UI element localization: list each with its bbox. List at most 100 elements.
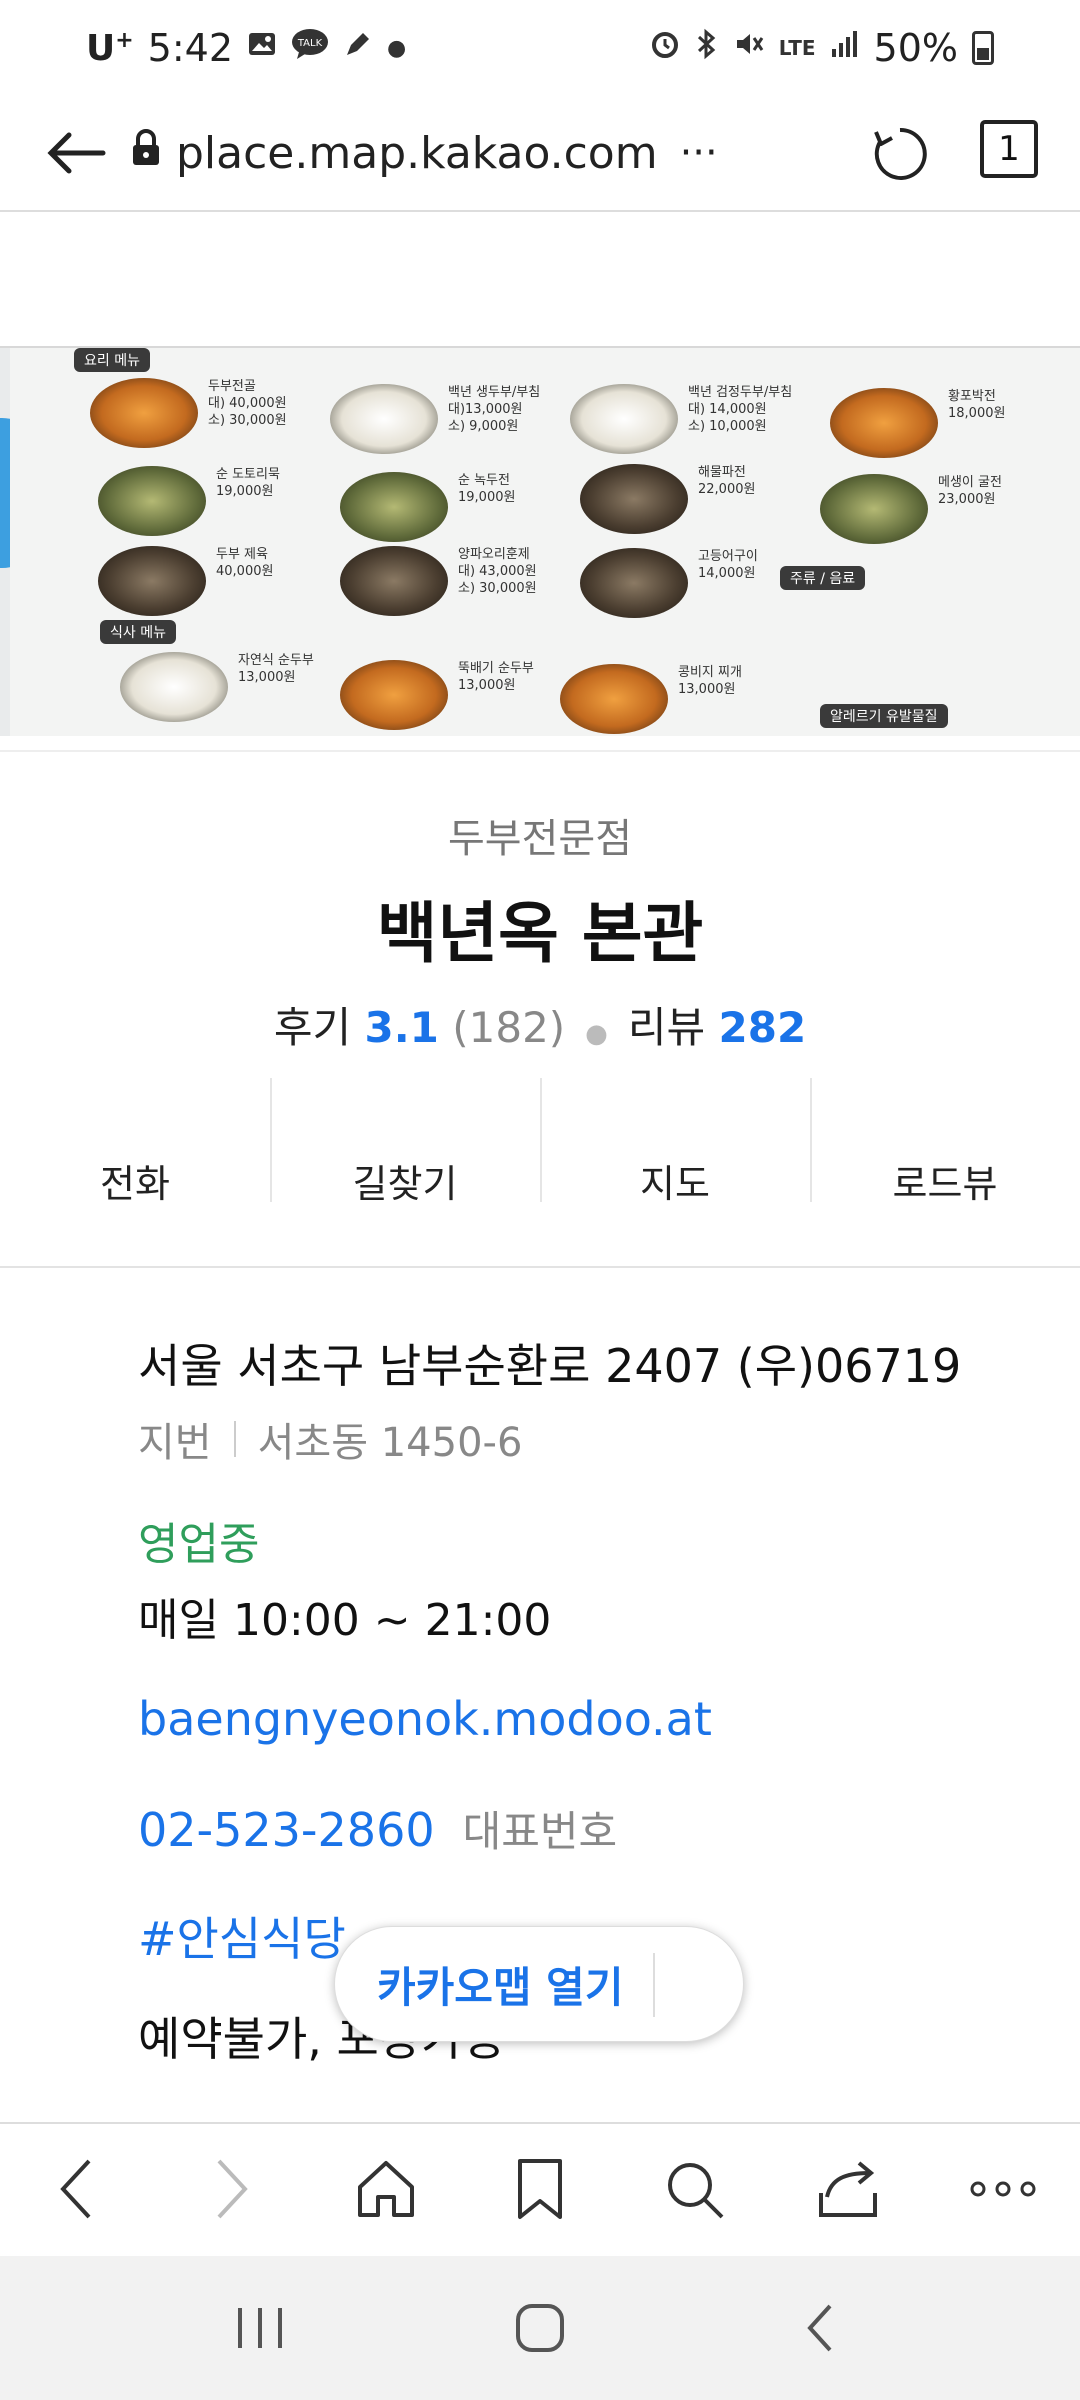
open-kakaomap-button[interactable]: 카카오맵 열기 [334, 1926, 744, 2042]
poster-banner-bottom: 알레르기 유발물질 [820, 704, 948, 728]
mute-icon [733, 28, 765, 68]
poster-banner-meal: 식사 메뉴 [100, 620, 176, 644]
homepage-link[interactable]: baengnyeonok.modoo.at [138, 1692, 1038, 1746]
poster-menu-item: 순 도토리묵 19,000원 [98, 466, 280, 536]
dish-image [98, 466, 206, 536]
dish-image [90, 378, 198, 448]
place-title: 백년옥 본관 [376, 895, 704, 972]
directions-button[interactable]: 길찾기 [270, 1078, 540, 1266]
menu-poster: 요리 메뉴 두부전골 대) 40,000원 소) 30,000원 백년 생두부/부… [10, 348, 1080, 736]
open-status: 영업중 [138, 1519, 260, 1570]
gallery-icon [247, 29, 277, 67]
bookmark-icon[interactable] [485, 2134, 595, 2244]
poster-menu-item: 황포박전 18,000원 [830, 388, 1005, 458]
poster-banner-top: 요리 메뉴 [74, 348, 150, 372]
phone-link[interactable]: 02-523-2860 [138, 1803, 435, 1857]
dish-image [340, 660, 448, 730]
jibun-label: 지번 [138, 1420, 212, 1466]
dish-image [580, 548, 688, 618]
poster-menu-item: 양파오리훈제 대) 43,000원 소) 30,000원 [340, 546, 537, 616]
map-label: 지도 [640, 1162, 710, 1206]
poster-menu-item: 메생이 굴전 23,000원 [820, 474, 1002, 544]
review-score: 3.1 [364, 1003, 439, 1052]
home-nav-icon[interactable] [485, 2273, 595, 2383]
alarm-icon [649, 28, 681, 68]
share-icon[interactable] [794, 2134, 904, 2244]
lock-icon [130, 128, 162, 179]
status-left: U+ 5:42 TALK ● [86, 26, 406, 70]
recent-apps-icon[interactable] [205, 2273, 315, 2383]
roadview-button[interactable]: 로드뷰 [810, 1078, 1080, 1266]
poster-menu-item: 자연식 순두부 13,000원 [120, 652, 314, 722]
blog-review-label: 리뷰 [627, 1003, 706, 1052]
separator-dot: ● [585, 1019, 608, 1049]
poster-menu-item: 두부 제육 40,000원 [98, 546, 273, 616]
place-photo[interactable]: 요리 메뉴 두부전골 대) 40,000원 소) 30,000원 백년 생두부/부… [0, 346, 1080, 736]
phone-row: 02-523-2860 대표번호 [138, 1798, 1038, 1859]
address[interactable]: 서울 서초구 남부순환로 2407 (우)06719 [138, 1330, 1038, 1396]
open-kakaomap-label: 카카오맵 열기 [377, 1962, 624, 2012]
dish-image [340, 546, 448, 616]
action-bar: 전화 길찾기 지도 로드뷰 [0, 1078, 1080, 1268]
url-ellipsis: ··· [679, 130, 718, 176]
review-count: (182) [452, 1003, 566, 1052]
directions-label: 길찾기 [352, 1162, 458, 1206]
bluetooth-icon [695, 28, 719, 68]
more-icon[interactable] [948, 2134, 1058, 2244]
notification-dot-icon: ● [387, 35, 407, 61]
status-right: LTE 50% [649, 26, 994, 70]
forward-icon[interactable] [176, 2134, 286, 2244]
place-category: 두부전문점 [448, 816, 632, 862]
battery-percent: 50% [873, 26, 958, 70]
poster-menu-item: 뚝배기 순두부 13,000원 [340, 660, 534, 730]
jibun-row: 지번 서초동 1450-6 [138, 1410, 1038, 1468]
status-bar: U+ 5:42 TALK ● LTE 50% [0, 0, 1080, 96]
map-button[interactable]: 지도 [540, 1078, 810, 1266]
home-icon[interactable] [331, 2134, 441, 2244]
search-icon[interactable] [639, 2134, 749, 2244]
jibun-address: 서초동 1450-6 [257, 1420, 523, 1466]
dish-image [570, 384, 678, 454]
kakaotalk-icon: TALK [291, 28, 329, 68]
review-section[interactable]: 후기 3.1 (182) [274, 994, 565, 1055]
back-nav-icon[interactable] [765, 2273, 875, 2383]
back-icon[interactable] [22, 2134, 132, 2244]
poster-menu-item: 두부전골 대) 40,000원 소) 30,000원 [90, 378, 287, 448]
poster-menu-item: 해물파전 22,000원 [580, 464, 755, 534]
dish-image [98, 546, 206, 616]
lte-icon: LTE [778, 36, 816, 60]
blog-review-count: 282 [718, 1003, 807, 1052]
tab-switcher-button[interactable]: 1 [980, 120, 1038, 178]
reload-icon[interactable] [862, 116, 938, 192]
back-arrow-icon[interactable] [20, 95, 130, 211]
poster-menu-item: 콩비지 찌개 13,000원 [560, 664, 742, 734]
business-hours[interactable]: 매일 10:00 ~ 21:00 [138, 1584, 1038, 1648]
url-field[interactable]: place.map.kakao.com ··· [130, 128, 718, 179]
poster-menu-item: 백년 검정두부/부침 대) 14,000원 소) 10,000원 [570, 384, 792, 454]
dish-image [580, 464, 688, 534]
poster-menu-item: 백년 생두부/부침 대)13,000원 소) 9,000원 [330, 384, 540, 454]
place-header: 두부전문점 백년옥 본관 후기 3.1 (182) ● 리뷰 282 [0, 750, 1080, 1055]
blog-review-section[interactable]: 리뷰 282 [628, 994, 806, 1055]
review-label: 후기 [273, 1003, 352, 1052]
clock: 5:42 [147, 26, 234, 70]
dish-image [820, 474, 928, 544]
roadview-label: 로드뷰 [892, 1162, 998, 1206]
poster-menu-item: 순 녹두전 19,000원 [340, 472, 515, 542]
talk-badge-text: TALK [297, 38, 323, 49]
button-divider [653, 1953, 655, 2017]
poster-banner-drinks: 주류 / 음료 [780, 566, 866, 590]
signal-icon [830, 29, 860, 67]
carrier-label: U+ [86, 27, 134, 69]
dish-image [330, 384, 438, 454]
dish-image [830, 388, 938, 458]
call-button[interactable]: 전화 [0, 1078, 270, 1266]
dish-image [120, 652, 228, 722]
divider [233, 1421, 236, 1457]
poster-menu-item: 고등어구이 14,000원 [580, 548, 758, 618]
pen-icon [343, 29, 373, 67]
system-navigation-bar [0, 2256, 1080, 2400]
browser-toolbar [0, 2122, 1080, 2254]
call-label: 전화 [100, 1162, 170, 1206]
dish-image [560, 664, 668, 734]
